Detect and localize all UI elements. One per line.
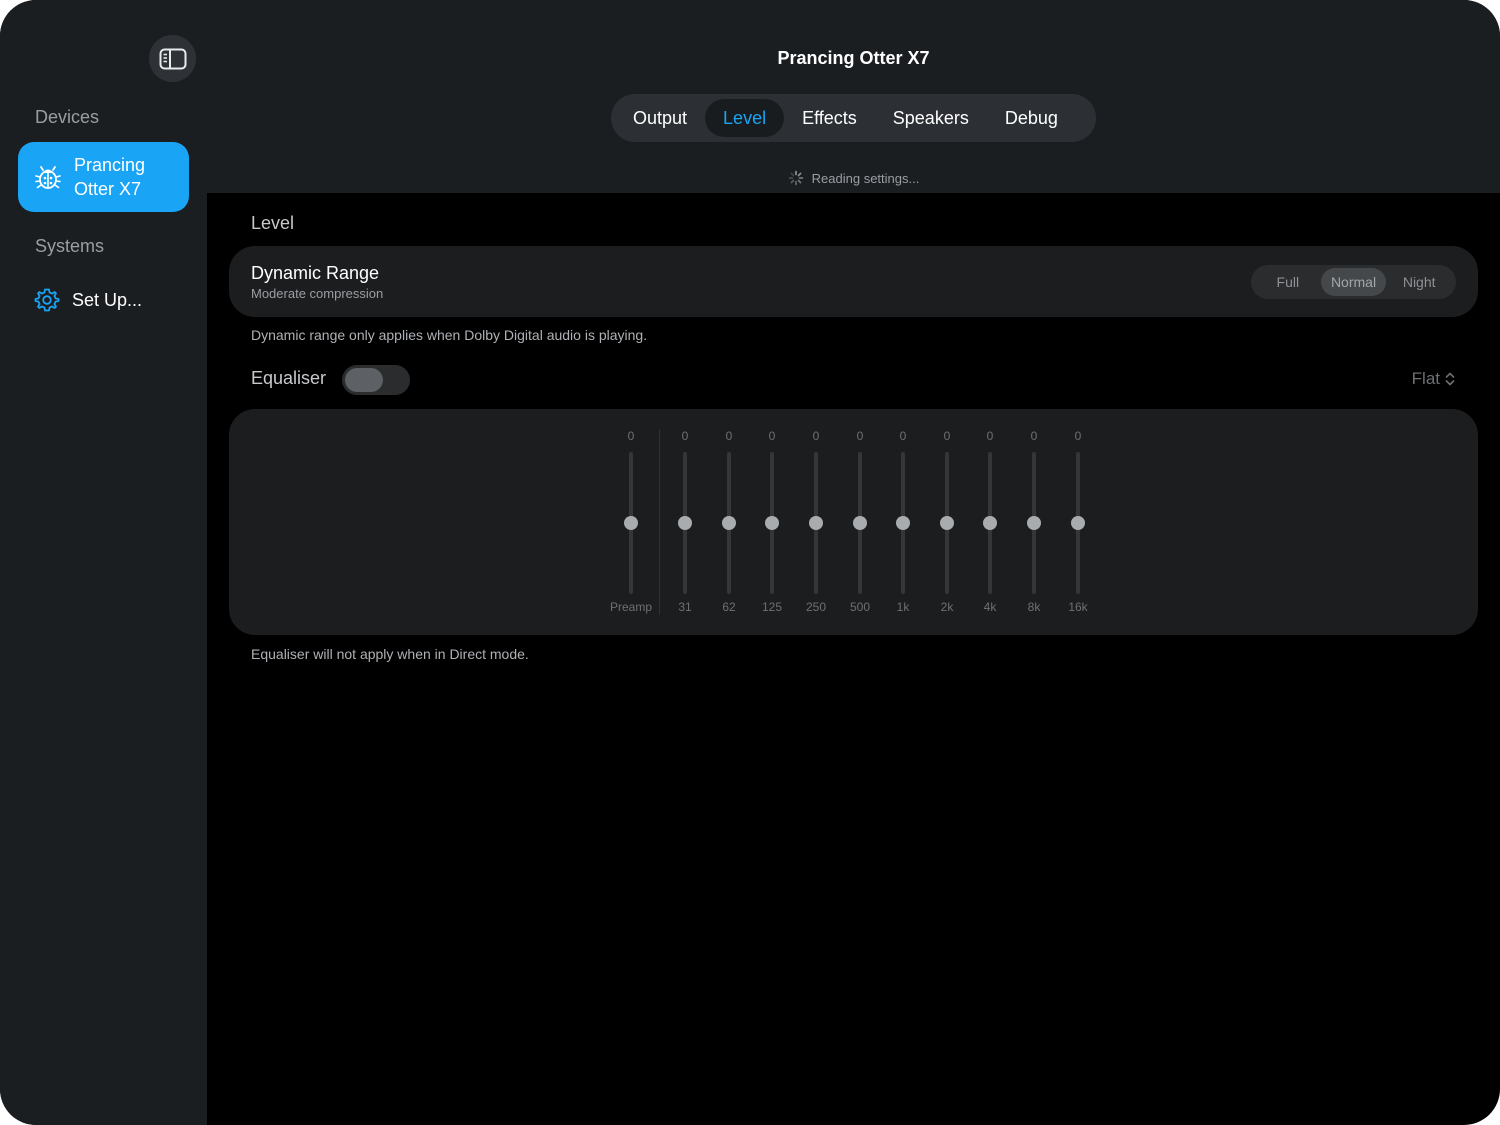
preset-label: Flat — [1411, 369, 1440, 388]
eq-band-value: 0 — [812, 429, 820, 443]
tab-speakers[interactable]: Speakers — [875, 99, 987, 137]
dynamic-range-title: Dynamic Range — [251, 263, 380, 283]
tab-debug[interactable]: Debug — [987, 99, 1076, 137]
sidebar-item-setup[interactable]: Set Up... — [18, 282, 189, 318]
sidebar-item-device-label: Prancing Otter X7 — [74, 155, 146, 199]
level-heading: Level — [251, 213, 295, 233]
sidebar-item-device[interactable]: Prancing Otter X7 — [18, 142, 189, 212]
eq-slider-thumb[interactable] — [678, 516, 692, 530]
dynamic-range-option-normal[interactable]: Normal — [1320, 268, 1387, 296]
eq-band-125: 0 125 — [747, 429, 797, 619]
systems-section-title: Systems — [35, 236, 105, 256]
eq-slider-thumb[interactable] — [722, 516, 736, 530]
eq-band-label: Preamp — [609, 600, 653, 614]
sidebar-item-setup-label: Set Up... — [72, 289, 143, 310]
eq-band-preamp: 0 Preamp — [606, 429, 656, 619]
eq-band-value: 0 — [986, 429, 994, 443]
header: Prancing Otter X7 Output Level Effects S… — [207, 0, 1500, 193]
eq-band-value: 0 — [768, 429, 776, 443]
equaliser-preset-selector[interactable]: Flat — [1412, 369, 1456, 389]
status-text: Reading settings... — [811, 170, 920, 186]
eq-slider-thumb[interactable] — [1071, 516, 1085, 530]
tab-output[interactable]: Output — [615, 99, 705, 137]
dynamic-range-option-night[interactable]: Night — [1386, 268, 1452, 296]
equaliser-heading: Equaliser — [251, 368, 327, 388]
sidebar: Devices Prancing Otter X7 Systems Set Up… — [0, 0, 207, 1125]
tab-level[interactable]: Level — [705, 99, 785, 137]
eq-band-4k: 0 4k — [965, 429, 1015, 619]
equaliser-card: 0 Preamp 0 31 0 62 0 125 0 250 0 500 0 1k 0 2k 0 4k 0 8k 0 16… — [229, 409, 1478, 635]
eq-band-250: 0 250 — [791, 429, 841, 619]
eq-band-value: 0 — [899, 429, 907, 443]
equaliser-toggle[interactable] — [342, 365, 410, 395]
ladybug-icon — [35, 166, 61, 189]
eq-slider-thumb[interactable] — [1027, 516, 1041, 530]
eq-band-value: 0 — [627, 429, 635, 443]
app-window: Devices Prancing Otter X7 Systems Set Up… — [0, 0, 1500, 1125]
devices-section-title: Devices — [35, 107, 100, 127]
eq-slider-thumb[interactable] — [809, 516, 823, 530]
sidebar-icon — [159, 48, 186, 69]
eq-band-value: 0 — [1030, 429, 1038, 443]
equaliser-note: Equaliser will not apply when in Direct … — [251, 646, 529, 662]
sidebar-toggle-button[interactable] — [149, 35, 196, 82]
toggle-knob — [345, 368, 383, 392]
eq-slider-thumb[interactable] — [624, 516, 638, 530]
eq-band-8k: 0 8k — [1009, 429, 1059, 619]
eq-band-label: 16k — [1068, 600, 1088, 614]
spinner-icon — [788, 170, 804, 186]
dynamic-range-subtitle: Moderate compression — [251, 286, 384, 301]
eq-slider-thumb[interactable] — [896, 516, 910, 530]
dynamic-range-option-full[interactable]: Full — [1255, 268, 1321, 296]
dynamic-range-selector: Full Normal Night — [1251, 265, 1456, 299]
dynamic-range-card: Dynamic Range Moderate compression Full … — [229, 246, 1478, 317]
tab-bar: Output Level Effects Speakers Debug — [611, 94, 1096, 142]
eq-band-16k: 0 16k — [1053, 429, 1103, 619]
gear-icon — [34, 288, 60, 312]
main-content: Level Dynamic Range Moderate compression… — [207, 193, 1500, 1125]
dynamic-range-note: Dynamic range only applies when Dolby Di… — [251, 327, 648, 343]
eq-band-31: 0 31 — [660, 429, 710, 619]
eq-slider-thumb[interactable] — [853, 516, 867, 530]
status-bar: Reading settings... — [207, 170, 1500, 186]
chevron-up-down-icon — [1444, 371, 1456, 387]
eq-band-value: 0 — [681, 429, 689, 443]
eq-band-1k: 0 1k — [878, 429, 928, 619]
eq-slider-thumb[interactable] — [983, 516, 997, 530]
eq-slider-thumb[interactable] — [765, 516, 779, 530]
tab-effects[interactable]: Effects — [784, 99, 875, 137]
eq-band-value: 0 — [1074, 429, 1082, 443]
eq-slider-thumb[interactable] — [940, 516, 954, 530]
page-title: Prancing Otter X7 — [777, 48, 930, 68]
